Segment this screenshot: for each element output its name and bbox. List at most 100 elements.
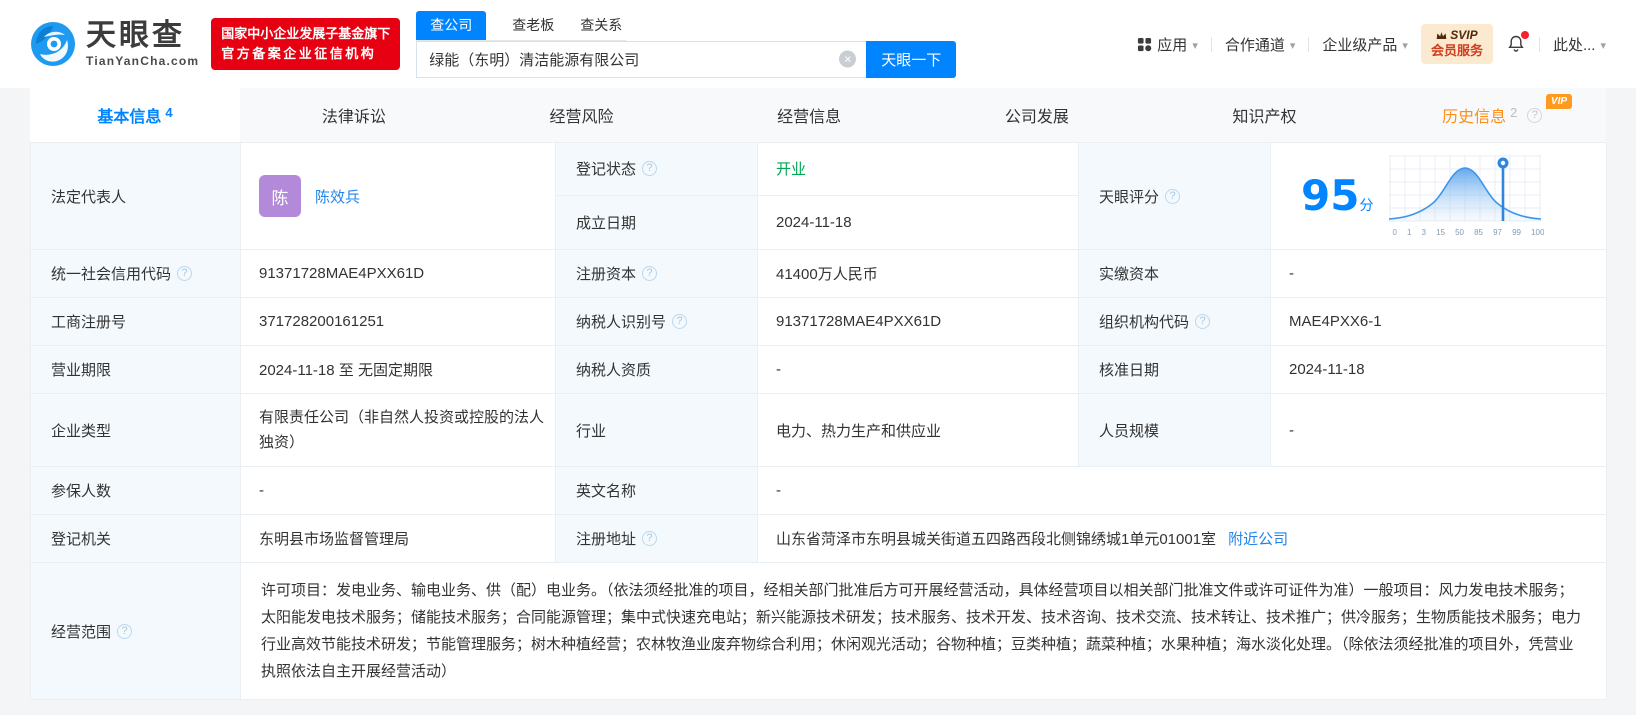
tab-business-info[interactable]: 经营信息 <box>695 88 923 142</box>
establish-date-value-cell: 2024-11-18 <box>757 194 1079 251</box>
nav-enterprise-label: 企业级产品 <box>1322 36 1398 54</box>
legal-rep-avatar[interactable]: 陈 <box>259 175 301 217</box>
field-label: 营业期限 <box>51 362 112 379</box>
field-value: - <box>259 482 264 499</box>
user-name-label: 此处... <box>1552 36 1596 54</box>
help-icon[interactable] <box>642 531 658 546</box>
reg-status-value-cell: 开业 <box>757 142 1079 196</box>
field-value: - <box>1289 265 1294 282</box>
approval-date-label-cell: 核准日期 <box>1078 345 1271 394</box>
score-distribution-chart: 0 1 3 15 50 85 97 99 100 <box>1389 155 1547 237</box>
field-value: 2024-11-18 至 无固定期限 <box>259 362 433 379</box>
tab-label: 法律诉讼 <box>321 109 386 126</box>
paid-capital-value-cell: - <box>1270 249 1607 298</box>
field-label: 统一社会信用代码 <box>51 266 172 283</box>
tianyancha-logo-icon <box>30 21 76 67</box>
chevron-down-icon <box>1290 36 1296 53</box>
reg-number-label-cell: 工商注册号 <box>30 297 241 346</box>
field-label: 经营范围 <box>51 623 112 641</box>
business-scope-label-cell: 经营范围 <box>30 562 241 700</box>
tab-operating-risk[interactable]: 经营风险 <box>468 88 696 142</box>
score-chart-tick: 50 <box>1455 228 1464 237</box>
field-value: MAE4PXX6-1 <box>1289 313 1382 330</box>
user-menu[interactable]: 此处... <box>1553 34 1606 55</box>
search-tab-company[interactable]: 查公司 <box>416 10 487 40</box>
clear-icon[interactable] <box>839 50 857 68</box>
nav-enterprise-products[interactable]: 企业级产品 <box>1322 34 1408 55</box>
tab-company-development[interactable]: 公司发展 <box>923 88 1151 142</box>
help-icon[interactable] <box>672 314 688 329</box>
search-tab-relation[interactable]: 查关系 <box>580 15 622 40</box>
industry-label-cell: 行业 <box>555 393 758 467</box>
field-value: 371728200161251 <box>259 313 385 330</box>
field-label: 成立日期 <box>576 214 637 232</box>
search-input[interactable] <box>416 40 867 78</box>
field-label: 参保人数 <box>51 483 112 500</box>
field-label: 登记状态 <box>576 161 637 179</box>
nav-cooperation[interactable]: 合作通道 <box>1225 34 1296 55</box>
help-icon[interactable] <box>1165 188 1181 204</box>
apps-grid-icon <box>1137 37 1152 52</box>
tab-count: 4 <box>165 104 173 120</box>
address-text: 山东省菏泽市东明县城关街道五四路西段北侧锦绣城1单元01001室 <box>776 531 1217 548</box>
field-value: - <box>776 361 781 378</box>
help-icon[interactable] <box>642 161 658 177</box>
nav-apps[interactable]: 应用 <box>1137 34 1198 55</box>
legal-rep-value-cell: 陈 陈效兵 <box>240 142 556 250</box>
score-chart-tick: 97 <box>1493 228 1502 237</box>
field-label: 登记机关 <box>51 531 112 548</box>
notification-bell-icon[interactable] <box>1506 31 1529 54</box>
business-term-label-cell: 营业期限 <box>30 345 241 394</box>
top-header: 天眼查 TianYanCha.com 国家中小企业发展子基金旗下 官方备案企业征… <box>0 0 1636 88</box>
help-icon[interactable] <box>117 623 133 639</box>
nav-divider <box>1210 36 1212 52</box>
field-label: 法定代表人 <box>51 188 127 206</box>
field-label: 核准日期 <box>1099 362 1160 379</box>
help-icon[interactable] <box>1527 107 1543 123</box>
approval-date-value-cell: 2024-11-18 <box>1270 345 1607 394</box>
field-value: 电力、热力生产和供应业 <box>776 422 942 440</box>
company-type-label-cell: 企业类型 <box>30 393 241 467</box>
chevron-down-icon <box>1192 36 1198 53</box>
field-value: - <box>776 482 781 499</box>
score-chart-tick: 0 <box>1392 228 1397 237</box>
field-label: 注册资本 <box>576 266 637 283</box>
search-button[interactable]: 天眼一下 <box>866 40 957 78</box>
main-content: 基本信息 4 法律诉讼 经营风险 经营信息 公司发展 知识产权 VIP 历史信息… <box>30 88 1607 700</box>
help-icon[interactable] <box>177 266 193 281</box>
company-info-table: 法定代表人 陈 陈效兵 登记状态 开业 天眼评分 95分 <box>30 142 1607 700</box>
english-name-value-cell: - <box>757 466 1607 515</box>
search-tab-boss[interactable]: 查老板 <box>512 15 554 40</box>
legal-rep-name-link[interactable]: 陈效兵 <box>315 186 360 207</box>
nearby-companies-link[interactable]: 附近公司 <box>1228 531 1288 548</box>
tab-history-info[interactable]: VIP 历史信息 2 <box>1378 88 1606 142</box>
score-label-cell: 天眼评分 <box>1078 142 1271 250</box>
tab-basic-info[interactable]: 基本信息 4 <box>30 88 240 142</box>
score-chart-tick: 85 <box>1474 228 1483 237</box>
nav-apps-label: 应用 <box>1157 36 1188 54</box>
tab-label: 经营风险 <box>549 109 614 126</box>
tab-intellectual-property[interactable]: 知识产权 <box>1151 88 1379 142</box>
org-code-value-cell: MAE4PXX6-1 <box>1270 297 1607 346</box>
section-tab-bar: 基本信息 4 法律诉讼 经营风险 经营信息 公司发展 知识产权 VIP 历史信息… <box>30 88 1606 142</box>
score-chart-tick: 15 <box>1436 228 1445 237</box>
score-chart-ticks: 0 1 3 15 50 85 97 99 100 <box>1392 228 1544 237</box>
tab-label: 历史信息 <box>1442 109 1507 126</box>
tab-label: 公司发展 <box>1004 109 1069 126</box>
tab-count: 2 <box>1510 104 1518 120</box>
tab-legal-proceedings[interactable]: 法律诉讼 <box>240 88 468 142</box>
svip-membership-button[interactable]: SVIP 会员服务 <box>1420 24 1493 64</box>
field-label: 组织机构代码 <box>1099 314 1190 331</box>
help-icon[interactable] <box>642 266 658 281</box>
taxpayer-quality-value-cell: - <box>757 345 1079 394</box>
score-value-cell: 95分 0 1 3 15 50 85 97 99 100 <box>1270 142 1607 250</box>
staff-size-value-cell: - <box>1270 393 1607 467</box>
reg-address-value-cell: 山东省菏泽市东明县城关街道五四路西段北侧锦绣城1单元01001室 附近公司 <box>757 514 1607 563</box>
reg-capital-label-cell: 注册资本 <box>555 249 758 298</box>
tianyancha-logo[interactable]: 天眼查 TianYanCha.com <box>30 21 199 67</box>
cert-line1: 国家中小企业发展子基金旗下 <box>221 25 391 41</box>
search-tabs: 查公司 查老板 查关系 <box>416 10 627 41</box>
reg-number-value-cell: 371728200161251 <box>240 297 556 346</box>
help-icon[interactable] <box>1195 314 1211 329</box>
field-value: 2024-11-18 <box>776 213 852 231</box>
